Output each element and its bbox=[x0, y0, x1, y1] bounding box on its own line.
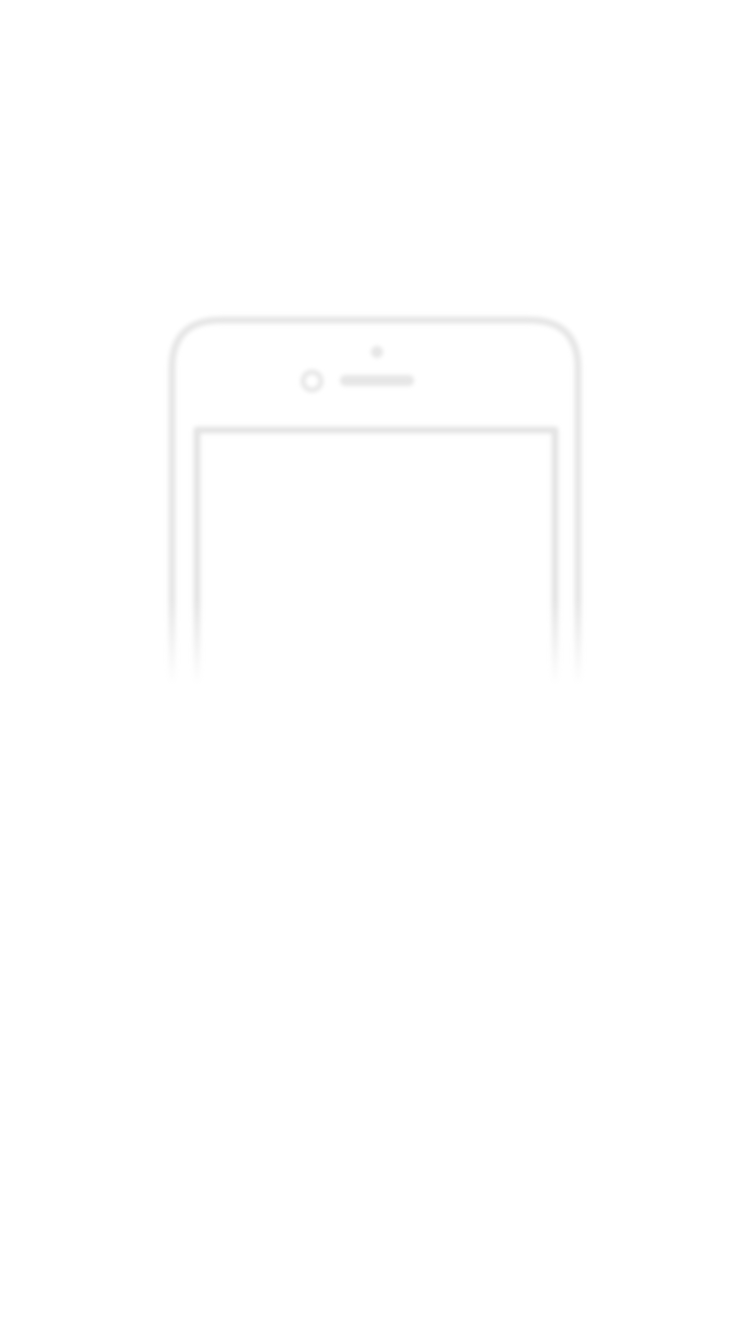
phone-body bbox=[168, 316, 582, 694]
phone-outline-graphic bbox=[168, 316, 582, 694]
phone-outline-icon bbox=[0, 0, 750, 1332]
sensor-dot bbox=[300, 369, 324, 393]
camera-dot bbox=[371, 346, 383, 358]
speaker-grille bbox=[340, 375, 414, 386]
splash-screen bbox=[0, 0, 750, 1332]
